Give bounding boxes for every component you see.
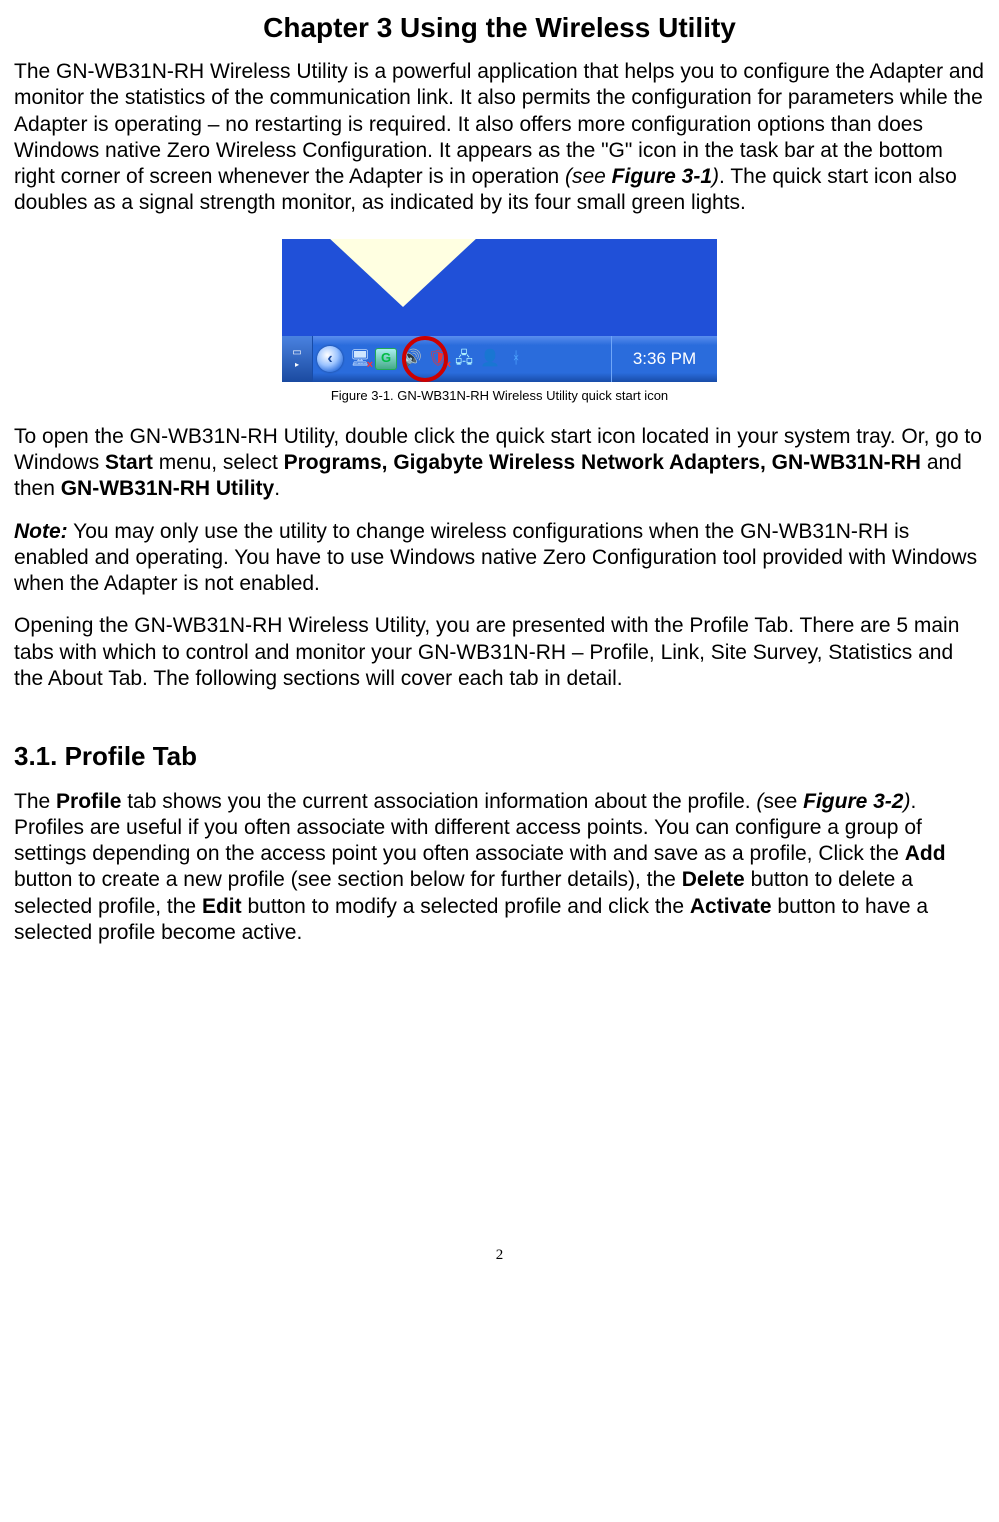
text: tab shows you the current association in… bbox=[121, 790, 756, 813]
chapter-title: Chapter 3 Using the Wireless Utility bbox=[14, 10, 985, 45]
text: Add bbox=[905, 842, 946, 865]
text: Start bbox=[105, 451, 153, 474]
figure-ref: Figure 3-2 bbox=[803, 790, 903, 813]
wireless-utility-g-icon[interactable]: G bbox=[375, 348, 397, 370]
note-paragraph: Note: You may only use the utility to ch… bbox=[14, 519, 985, 598]
taskbar-clock[interactable]: 3:36 PM bbox=[611, 336, 717, 382]
tooltip-pointer bbox=[328, 239, 478, 307]
text: (see bbox=[565, 165, 612, 188]
text: . bbox=[274, 477, 280, 500]
text: Delete bbox=[682, 868, 745, 891]
error-badge-icon: × bbox=[367, 359, 373, 373]
display-icon[interactable]: 🖥× bbox=[349, 348, 371, 370]
text: Profile bbox=[56, 790, 121, 813]
text: ) bbox=[712, 165, 719, 188]
highlight-circle bbox=[402, 336, 448, 382]
user-icon[interactable]: 👤 bbox=[479, 348, 501, 370]
text: GN-WB31N-RH Utility bbox=[61, 477, 275, 500]
tabs-overview-paragraph: Opening the GN-WB31N-RH Wireless Utility… bbox=[14, 613, 985, 692]
text: You may only use the utility to change w… bbox=[14, 520, 977, 596]
figure-3-1: ▭ ▸ ‹ 🖥× G 🔊 🛡× 🖧 👤 ᚼ 3:36 PM bbox=[14, 239, 985, 382]
text: see bbox=[763, 790, 803, 813]
text: Edit bbox=[202, 895, 242, 918]
text: button to create a new profile (see sect… bbox=[14, 868, 682, 891]
text: Programs, Gigabyte Wireless Network Adap… bbox=[284, 451, 921, 474]
text: Activate bbox=[690, 895, 772, 918]
text: button to modify a selected profile and … bbox=[242, 895, 690, 918]
text: The bbox=[14, 790, 56, 813]
tray-expand-button[interactable]: ‹ bbox=[317, 346, 343, 372]
section-title: 3.1. Profile Tab bbox=[14, 740, 985, 773]
network-icon[interactable]: 🖧 bbox=[453, 348, 475, 370]
taskbar-screenshot: ▭ ▸ ‹ 🖥× G 🔊 🛡× 🖧 👤 ᚼ 3:36 PM bbox=[282, 239, 717, 382]
taskbar: ▭ ▸ ‹ 🖥× G 🔊 🛡× 🖧 👤 ᚼ 3:36 PM bbox=[282, 336, 717, 382]
text: menu, select bbox=[153, 451, 284, 474]
page-number: 2 bbox=[14, 1246, 985, 1265]
taskbar-divider: ▭ ▸ bbox=[282, 336, 313, 382]
bluetooth-icon[interactable]: ᚼ bbox=[505, 348, 527, 370]
figure-ref: Figure 3-1 bbox=[612, 165, 712, 188]
note-label: Note: bbox=[14, 520, 68, 543]
intro-paragraph: The GN-WB31N-RH Wireless Utility is a po… bbox=[14, 59, 985, 217]
open-utility-paragraph: To open the GN-WB31N-RH Utility, double … bbox=[14, 424, 985, 503]
profile-tab-paragraph: The Profile tab shows you the current as… bbox=[14, 789, 985, 947]
figure-caption: Figure 3-1. GN-WB31N-RH Wireless Utility… bbox=[14, 388, 985, 404]
